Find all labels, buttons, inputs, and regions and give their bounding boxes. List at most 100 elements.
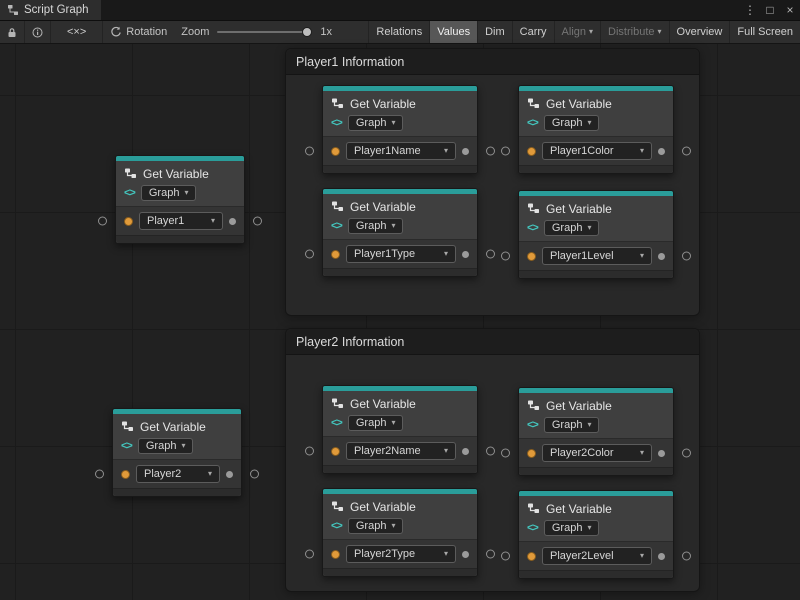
zoom-slider-handle[interactable] [302,27,312,37]
node-title: Get Variable [350,397,416,411]
carry-button[interactable]: Carry [513,21,555,43]
value-output-dot[interactable] [658,450,665,457]
output-port[interactable] [486,250,495,259]
group-header[interactable]: Player2 Information [286,329,699,355]
window-menu-button[interactable]: ⋮ [740,0,760,20]
output-port[interactable] [682,252,691,261]
variable-dropdown[interactable]: Player1Name ▾ [346,142,456,160]
window-maximize-button[interactable]: □ [760,0,780,20]
input-port[interactable] [501,252,510,261]
chevron-down-icon: ▾ [587,421,591,429]
value-output-dot[interactable] [658,553,665,560]
input-port[interactable] [98,217,107,226]
values-button[interactable]: Values [430,21,478,43]
variable-dropdown[interactable]: Player2Type ▾ [346,545,456,563]
get-variable-node[interactable]: Get Variable <> Graph ▾ Player2Color ▾ [518,387,674,476]
output-port[interactable] [682,552,691,561]
graph-kind-dropdown[interactable]: Graph ▾ [141,185,197,201]
align-button[interactable]: Align ▾ [555,21,601,43]
variable-dropdown[interactable]: Player2Level ▾ [542,547,652,565]
distribute-button[interactable]: Distribute ▾ [601,21,669,43]
graph-kind-dropdown[interactable]: Graph ▾ [544,115,600,131]
dim-button[interactable]: Dim [478,21,513,43]
output-port[interactable] [250,470,259,479]
get-variable-node[interactable]: Get Variable <> Graph ▾ Player2Type ▾ [322,488,478,577]
variable-dropdown[interactable]: Player2Color ▾ [542,444,652,462]
variable-name-port[interactable] [527,252,536,261]
value-output-dot[interactable] [226,471,233,478]
graph-kind-dropdown[interactable]: Graph ▾ [348,218,404,234]
graph-kind-dropdown[interactable]: Graph ▾ [348,415,404,431]
output-port[interactable] [682,147,691,156]
graph-kind-dropdown[interactable]: Graph ▾ [544,417,600,433]
input-port[interactable] [305,550,314,559]
value-output-dot[interactable] [658,148,665,155]
variable-dropdown[interactable]: Player1Color ▾ [542,142,652,160]
graph-kind-dropdown[interactable]: Graph ▾ [138,438,194,454]
titlebar-drag-area[interactable] [101,0,740,20]
variable-name-port[interactable] [124,217,133,226]
input-port[interactable] [501,552,510,561]
value-output-dot[interactable] [462,148,469,155]
input-port[interactable] [95,470,104,479]
input-port[interactable] [305,250,314,259]
value-output-dot[interactable] [229,218,236,225]
value-output-dot[interactable] [462,448,469,455]
variable-dropdown[interactable]: Player2Name ▾ [346,442,456,460]
node-header: Get Variable <> Graph ▾ [113,414,241,459]
get-variable-node[interactable]: Get Variable <> Graph ▾ Player1Level ▾ [518,190,674,279]
lock-button[interactable] [0,21,25,43]
graph-toolbar: <×> Rotation Zoom 1x Relations Values Di… [0,21,800,44]
variable-name-port[interactable] [527,449,536,458]
variable-name-port[interactable] [331,550,340,559]
get-variable-node[interactable]: Get Variable <> Graph ▾ Player2Name ▾ [322,385,478,474]
edit-graph-button[interactable]: <×> [51,21,103,43]
group-header[interactable]: Player1 Information [286,49,699,75]
tab-title: Script Graph [24,4,89,16]
value-output-dot[interactable] [462,251,469,258]
get-variable-node[interactable]: Get Variable <> Graph ▾ Player2 ▾ [112,408,242,497]
output-port[interactable] [486,447,495,456]
value-output-dot[interactable] [658,253,665,260]
graph-kind-dropdown[interactable]: Graph ▾ [348,115,404,131]
get-variable-node[interactable]: Get Variable <> Graph ▾ Player1Color ▾ [518,85,674,174]
get-variable-node[interactable]: Get Variable <> Graph ▾ Player2Level ▾ [518,490,674,579]
input-port[interactable] [501,147,510,156]
variable-name-port[interactable] [527,552,536,561]
output-port[interactable] [486,550,495,559]
graph-canvas[interactable]: Player1 Information Player2 Information … [0,44,800,600]
tab-script-graph[interactable]: Script Graph [0,0,101,20]
output-port[interactable] [253,217,262,226]
variable-dropdown[interactable]: Player1Level ▾ [542,247,652,265]
zoom-slider[interactable] [217,31,312,33]
window-close-button[interactable]: × [780,0,800,20]
input-port[interactable] [305,147,314,156]
overview-button[interactable]: Overview [670,21,731,43]
get-variable-node[interactable]: Get Variable <> Graph ▾ Player1 ▾ [115,155,245,244]
info-button[interactable] [25,21,51,43]
output-port[interactable] [682,449,691,458]
graph-kind-dropdown[interactable]: Graph ▾ [544,220,600,236]
variable-name-port[interactable] [331,147,340,156]
variable-dropdown[interactable]: Player2 ▾ [136,465,220,483]
full-screen-button[interactable]: Full Screen [730,21,800,43]
variable-dropdown[interactable]: Player1Type ▾ [346,245,456,263]
variable-name-port[interactable] [331,447,340,456]
carry-label: Carry [520,26,547,38]
graph-kind-label: Graph [149,187,180,199]
relations-button[interactable]: Relations [368,21,430,43]
variable-dropdown[interactable]: Player1 ▾ [139,212,223,230]
value-output-dot[interactable] [462,551,469,558]
get-variable-node[interactable]: Get Variable <> Graph ▾ Player1Type ▾ [322,188,478,277]
chevron-down-icon: ▾ [391,419,395,427]
get-variable-node[interactable]: Get Variable <> Graph ▾ Player1Name ▾ [322,85,478,174]
variable-name-port[interactable] [121,470,130,479]
graph-kind-dropdown[interactable]: Graph ▾ [348,518,404,534]
output-port[interactable] [486,147,495,156]
input-port[interactable] [305,447,314,456]
chevron-down-icon: ▾ [444,447,448,455]
graph-kind-dropdown[interactable]: Graph ▾ [544,520,600,536]
variable-name-port[interactable] [331,250,340,259]
input-port[interactable] [501,449,510,458]
variable-name-port[interactable] [527,147,536,156]
